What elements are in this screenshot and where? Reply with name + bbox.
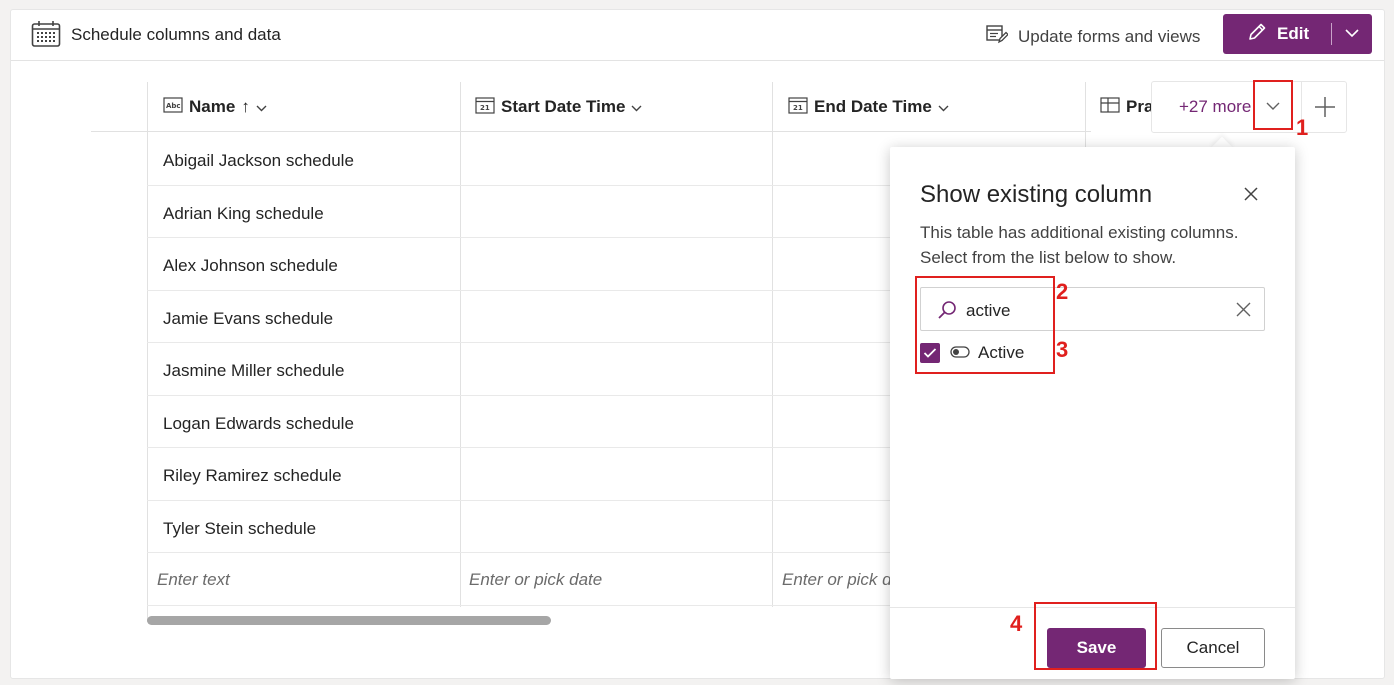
new-start-date-input[interactable]: Enter or pick date: [469, 570, 602, 590]
svg-text:Abc: Abc: [166, 102, 181, 110]
grid-line: [772, 82, 773, 607]
table-row[interactable]: Adrian King schedule: [163, 204, 324, 224]
chevron-down-icon: [938, 97, 949, 117]
column-pra-label: Pra: [1126, 97, 1154, 116]
annotation-number-1: 1: [1296, 115, 1309, 140]
column-header-end-date[interactable]: 21 End Date Time: [788, 82, 949, 132]
new-end-date-input[interactable]: Enter or pick d: [782, 570, 892, 590]
update-forms-button[interactable]: Update forms and views: [986, 24, 1200, 49]
column-header-pra[interactable]: Pra: [1100, 82, 1153, 132]
annotation-number-2: 2: [1056, 279, 1069, 304]
more-columns-box: +27 more: [1151, 81, 1347, 133]
page-title: Schedule columns and data: [71, 25, 281, 44]
calendar-icon: [31, 20, 61, 53]
grid-line: [1085, 82, 1086, 152]
lookup-field-icon: [1100, 96, 1120, 118]
annotation-number-3: 3: [1056, 337, 1069, 362]
table-row[interactable]: Jasmine Miller schedule: [163, 361, 344, 381]
grid-line: [460, 82, 461, 607]
show-column-panel: Show existing column This table has addi…: [890, 147, 1295, 679]
grid-line: [147, 82, 148, 622]
panel-title: Show existing column: [920, 181, 1153, 208]
table-row[interactable]: Riley Ramirez schedule: [163, 466, 342, 486]
edit-dropdown-button[interactable]: [1332, 14, 1372, 54]
update-forms-label: Update forms and views: [1018, 26, 1201, 46]
table-row[interactable]: Abigail Jackson schedule: [163, 151, 354, 171]
edit-button[interactable]: Edit: [1223, 14, 1331, 54]
annotation-box-4: [1034, 602, 1157, 670]
column-name-label: Name: [189, 97, 236, 116]
svg-text:21: 21: [793, 104, 803, 112]
page-header: Schedule columns and data Update forms a…: [11, 10, 1384, 61]
edit-button-group: Edit: [1223, 14, 1372, 54]
new-name-input[interactable]: Enter text: [157, 570, 230, 590]
table-row[interactable]: Tyler Stein schedule: [163, 519, 316, 539]
horizontal-scrollbar[interactable]: [147, 616, 551, 625]
column-end-label: End Date Time: [814, 97, 932, 116]
sort-indicator: ↑: [241, 97, 250, 116]
pencil-icon: [1247, 22, 1267, 47]
date-field-icon: 21: [475, 96, 495, 119]
column-start-label: Start Date Time: [501, 97, 626, 116]
table-row[interactable]: Jamie Evans schedule: [163, 309, 333, 329]
date-field-icon: 21: [788, 96, 808, 119]
cancel-button[interactable]: Cancel: [1161, 628, 1265, 668]
table-card: Schedule columns and data Update forms a…: [10, 9, 1385, 679]
text-field-icon: Abc: [163, 96, 183, 118]
annotation-box-2-3: [915, 276, 1055, 374]
table-row[interactable]: Alex Johnson schedule: [163, 256, 338, 276]
add-column-icon[interactable]: [1313, 95, 1337, 124]
panel-description: This table has additional existing colum…: [920, 223, 1239, 267]
chevron-down-icon: [631, 97, 642, 117]
edit-label: Edit: [1277, 24, 1310, 43]
column-header-start-date[interactable]: 21 Start Date Time: [475, 82, 642, 132]
close-icon[interactable]: [1243, 186, 1259, 207]
form-edit-icon: [986, 24, 1009, 49]
annotation-number-4: 4: [1010, 611, 1023, 636]
annotation-box-1: [1253, 80, 1293, 130]
more-columns-button[interactable]: +27 more: [1179, 97, 1251, 117]
chevron-down-icon: [256, 97, 267, 117]
table-row[interactable]: Logan Edwards schedule: [163, 414, 354, 434]
column-header-name[interactable]: Abc Name ↑: [163, 82, 267, 132]
clear-search-icon[interactable]: [1236, 302, 1251, 322]
chevron-down-icon: [1345, 25, 1359, 43]
svg-text:21: 21: [480, 104, 490, 112]
